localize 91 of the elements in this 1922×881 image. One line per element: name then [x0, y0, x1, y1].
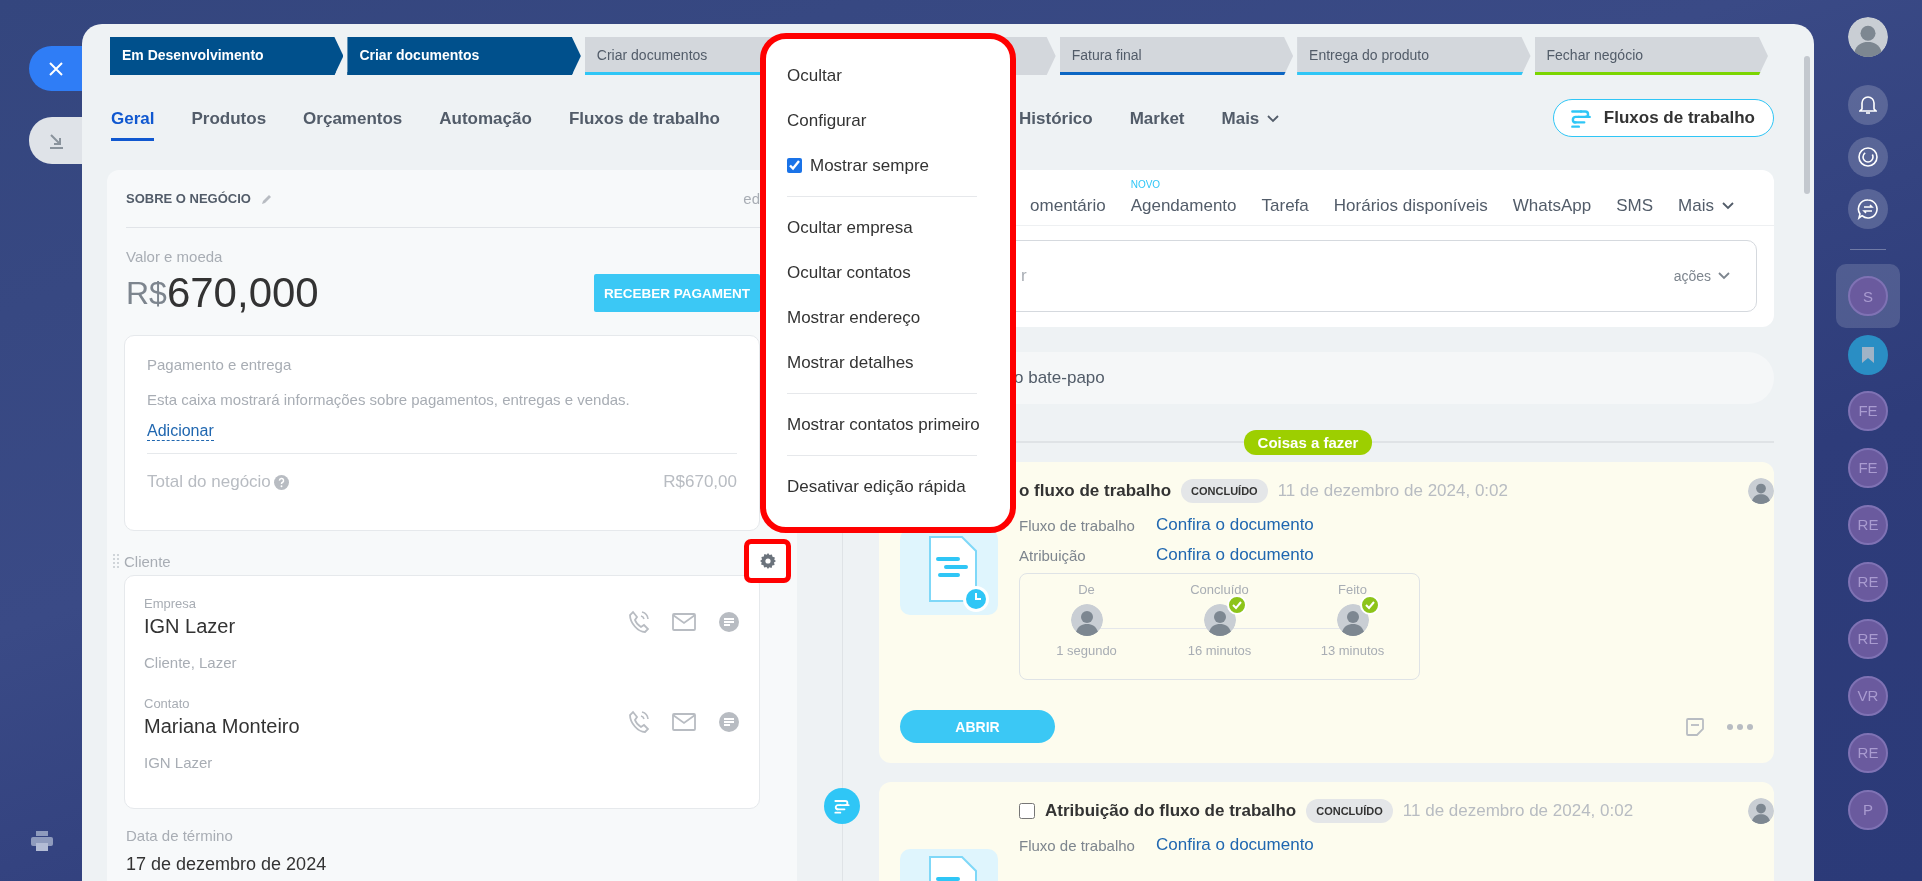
user-avatar — [1070, 604, 1103, 636]
contact-detail: IGN Lazer — [144, 754, 214, 771]
activity-title: Atribuição do fluxo de trabalho — [1045, 801, 1297, 821]
pipeline-stage[interactable]: Em Desenvolvimento — [110, 37, 344, 75]
card-title: Pagamento e entrega — [147, 356, 293, 373]
menu-item[interactable]: Mostrar sempre — [787, 143, 977, 188]
status-badge: CONCLUÍDO — [1306, 799, 1393, 823]
todo-label: Coisas a fazer — [1243, 429, 1373, 455]
field-label: Valor e moeda — [126, 248, 224, 265]
activity-button[interactable] — [1848, 137, 1888, 177]
activity-title: o fluxo de trabalho — [1019, 481, 1172, 501]
notifications-button[interactable] — [1848, 85, 1888, 125]
user-avatar — [1848, 17, 1888, 57]
user-avatar — [1748, 478, 1774, 504]
composer-tab[interactable]: WhatsApp — [1512, 187, 1592, 216]
step-time: 16 minutos — [1187, 643, 1252, 658]
section-label: Cliente — [124, 552, 171, 570]
close-button[interactable] — [29, 46, 83, 91]
close-icon — [49, 61, 63, 76]
menu-item[interactable]: Configurar — [787, 98, 977, 143]
composer-tab[interactable]: Agendamento — [1130, 187, 1237, 216]
composer-tab[interactable]: Tarefa — [1261, 187, 1309, 216]
tab[interactable]: Produtos — [191, 109, 267, 141]
arrow-down-right-icon — [48, 132, 64, 149]
field-label: Contato — [144, 696, 191, 711]
tab[interactable]: Orçamentos — [303, 109, 403, 141]
new-label: NOVO — [1130, 179, 1161, 190]
chat-arrows-icon — [1857, 198, 1879, 220]
caret-icon — [1722, 202, 1734, 210]
task-checkbox[interactable] — [1019, 803, 1035, 819]
bookmark-icon — [1861, 346, 1875, 364]
messages-button[interactable] — [1848, 189, 1888, 229]
step-label: Feito — [1338, 582, 1367, 597]
step-label: Concluído — [1190, 582, 1249, 597]
end-date-value: 17 de dezembro de 2024 — [126, 854, 328, 875]
settings-button[interactable] — [744, 539, 791, 583]
section-title: SOBRE O NEGÓCIO — [126, 191, 251, 206]
caret-icon — [1267, 115, 1280, 123]
user-avatar — [1203, 604, 1236, 636]
total-label: Total do negócio — [147, 472, 271, 492]
document-link[interactable]: Confira o documento — [1156, 515, 1774, 535]
spiral-icon — [1857, 146, 1879, 168]
tab[interactable]: Histórico — [1019, 109, 1093, 141]
tab[interactable]: Mais — [1221, 109, 1280, 141]
bell-icon — [1859, 95, 1877, 115]
total-value: R$670,00 — [663, 472, 737, 492]
drag-handle-icon[interactable] — [113, 553, 119, 569]
composer-tab[interactable]: Mais — [1678, 187, 1734, 216]
contact-name[interactable]: IGN Lazer — [144, 615, 628, 638]
workflows-button[interactable]: Fluxos de trabalho — [1552, 99, 1774, 137]
composer-tab[interactable]: omentário — [1030, 187, 1106, 216]
amount-value: 670,000 — [166, 269, 319, 317]
tab[interactable]: Market — [1129, 109, 1185, 141]
tab[interactable]: Geral — [111, 109, 155, 141]
pipeline-stage[interactable]: Fatura final — [1059, 37, 1294, 75]
caret-icon — [1718, 272, 1730, 280]
step-time: 13 minutos — [1320, 643, 1385, 658]
tab[interactable]: Automação — [439, 109, 532, 141]
contact-detail: Cliente, Lazer — [144, 654, 238, 671]
pipeline-stage[interactable]: Entrega do produto — [1297, 37, 1531, 75]
field-label: Data de término — [126, 827, 234, 844]
pipeline-stage[interactable]: Criar documentos — [347, 37, 581, 75]
document-link[interactable]: Confira o documento — [1156, 545, 1774, 565]
document-link[interactable]: Confira o documento — [1156, 835, 1774, 855]
pipeline-stage[interactable]: Fechar negócio — [1534, 37, 1768, 75]
menu-item[interactable]: Mostrar contatos primeiro — [787, 402, 977, 447]
checkbox[interactable] — [787, 158, 802, 173]
user-avatar — [1748, 798, 1774, 824]
activity-date: 11 de dezembro de 2024, 0:02 — [1402, 801, 1634, 821]
field-label: Atribuição — [1019, 546, 1087, 564]
step-label: De — [1078, 582, 1095, 597]
step-time: 1 segundo — [1056, 643, 1117, 658]
description-text: Esta caixa mostrará informações sobre pagamentos, entregas e vendas. — [147, 391, 631, 408]
composer-tab[interactable]: Horários disponíveis — [1333, 187, 1488, 216]
user-avatar — [1336, 604, 1369, 636]
composer-tab[interactable]: SMS — [1616, 187, 1654, 216]
activity-date: 11 de dezembro de 2024, 0:02 — [1277, 481, 1508, 501]
contact-name[interactable]: Mariana Monteiro — [144, 715, 628, 738]
printer-icon[interactable] — [30, 830, 54, 852]
field-label: Empresa — [144, 596, 198, 611]
bookmark-button[interactable] — [1848, 335, 1888, 375]
minimize-button[interactable] — [29, 117, 83, 164]
field-label: Fluxo de trabalho — [1019, 516, 1136, 534]
status-badge: CONCLUÍDO — [1181, 479, 1268, 503]
actions-dropdown[interactable]: ações — [1667, 267, 1736, 285]
field-label: Fluxo de trabalho — [1019, 836, 1136, 854]
menu-item[interactable]: Desativar edição rápida — [787, 464, 977, 509]
tab[interactable]: Fluxos de trabalho — [568, 109, 720, 141]
currency-symbol: R$ — [126, 274, 167, 311]
settings-icon — [759, 553, 776, 569]
add-link[interactable]: Adicionar — [147, 422, 214, 441]
